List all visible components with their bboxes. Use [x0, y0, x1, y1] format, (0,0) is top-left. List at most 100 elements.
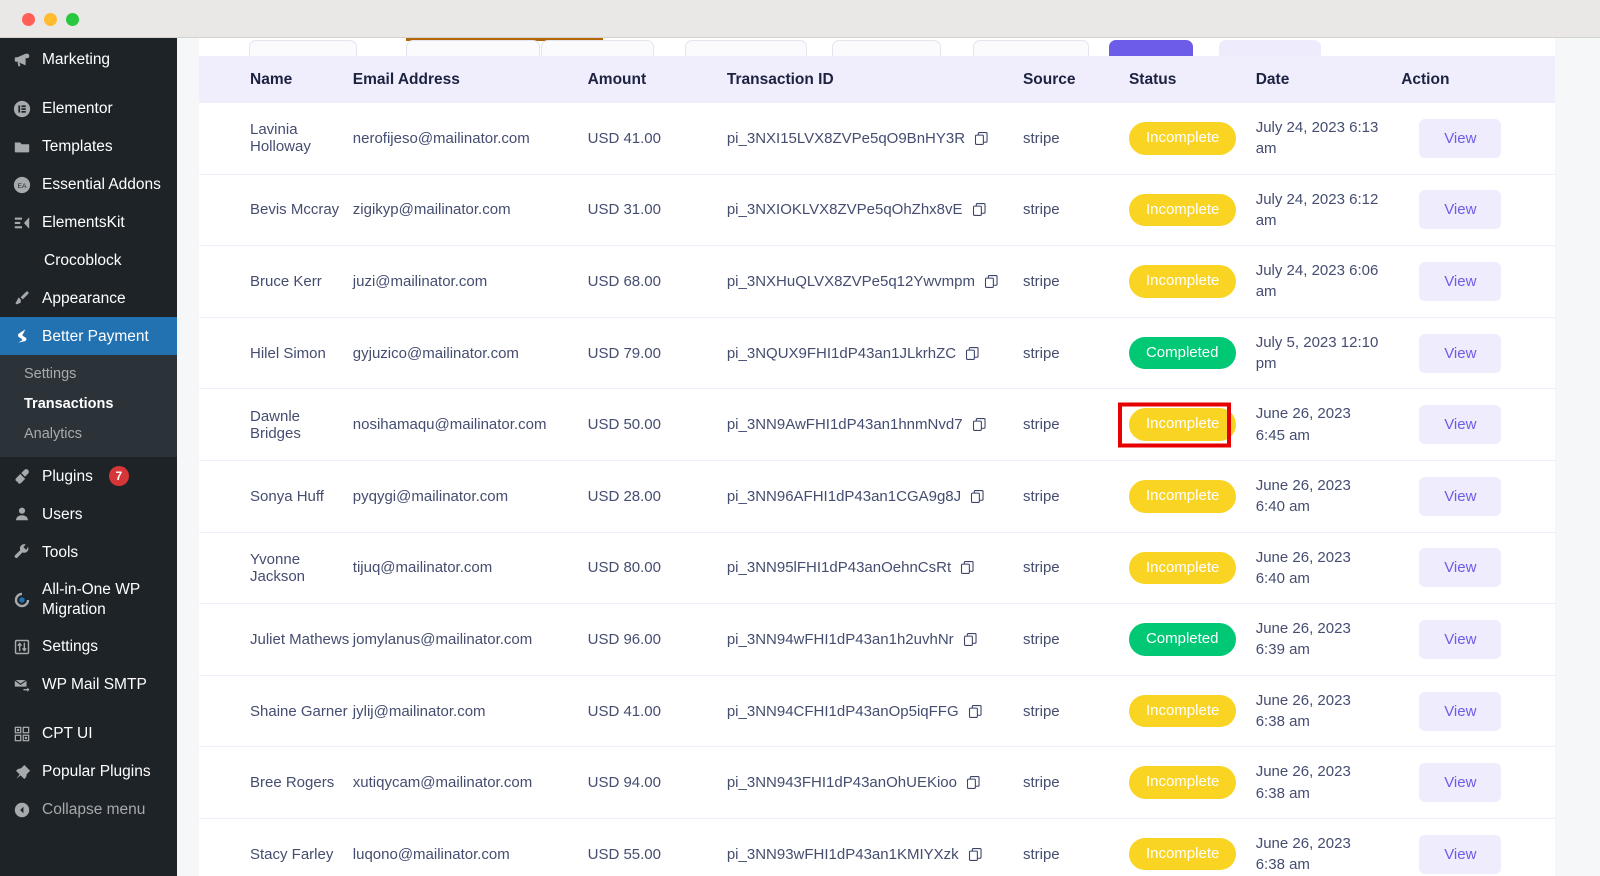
copy-icon[interactable] — [966, 775, 981, 790]
sidebar-subitem-transactions[interactable]: Transactions — [0, 389, 177, 419]
toolbar-chip-6[interactable] — [973, 40, 1089, 56]
cell-source: stripe — [1023, 317, 1129, 389]
status-badge: Incomplete — [1129, 408, 1236, 441]
cell-action: View — [1401, 317, 1555, 389]
folder-icon — [12, 137, 32, 157]
toolbar-chip-8[interactable] — [1219, 40, 1321, 56]
toolbar-chip-3[interactable] — [541, 40, 654, 56]
cell-amount: USD 50.00 — [588, 389, 727, 461]
column-header-amount[interactable]: Amount — [588, 56, 727, 103]
toolbar-chip-2[interactable] — [406, 40, 540, 56]
copy-icon[interactable] — [972, 202, 987, 217]
traffic-light-buttons — [22, 13, 79, 26]
copy-icon[interactable] — [965, 346, 980, 361]
minimize-window-button[interactable] — [44, 13, 57, 26]
pin-icon — [12, 762, 32, 782]
toolbar-chip-1[interactable] — [249, 40, 357, 56]
sidebar-item-plugins[interactable]: Plugins7 — [0, 457, 177, 495]
grid-icon — [12, 724, 32, 744]
column-header-transaction-id[interactable]: Transaction ID — [727, 56, 1023, 103]
view-button[interactable]: View — [1419, 620, 1501, 659]
copy-icon[interactable] — [974, 131, 989, 146]
view-button[interactable]: View — [1419, 692, 1501, 731]
cell-transaction-id: pi_3NXHuQLVX8ZVPe5q12Ywvmpm — [727, 246, 1023, 318]
column-header-status[interactable]: Status — [1129, 56, 1256, 103]
column-header-email[interactable]: Email Address — [353, 56, 588, 103]
cell-status: Incomplete — [1129, 675, 1256, 747]
view-button[interactable]: View — [1419, 262, 1501, 301]
essential-addons-icon: EA — [12, 175, 32, 195]
column-header-name[interactable]: Name — [199, 56, 353, 103]
cell-name: Shaine Garner — [199, 675, 353, 747]
sidebar-item-better-payment[interactable]: Better Payment — [0, 317, 177, 355]
cell-date: June 26, 2023 6:39 am — [1256, 604, 1401, 676]
copy-icon[interactable] — [968, 847, 983, 862]
copy-icon[interactable] — [963, 632, 978, 647]
copy-icon[interactable] — [960, 560, 975, 575]
toolbar-chip-4[interactable] — [685, 40, 807, 56]
toolbar-chip-5[interactable] — [832, 40, 941, 56]
status-badge: Completed — [1129, 623, 1236, 656]
sidebar-item-appearance[interactable]: Appearance — [0, 279, 177, 317]
copy-icon[interactable] — [968, 704, 983, 719]
table-row: Bevis Mccrayzigikyp@mailinator.comUSD 31… — [199, 174, 1555, 246]
sidebar-item-label: Plugins — [42, 467, 93, 486]
sidebar-item-users[interactable]: Users — [0, 495, 177, 533]
cell-status-highlighted: Incomplete — [1129, 389, 1256, 461]
date-text: June 26, 2023 6:40 am — [1256, 475, 1381, 518]
toolbar-chip-7[interactable] — [1109, 40, 1193, 56]
cell-status: Completed — [1129, 604, 1256, 676]
cell-email: nerofijeso@mailinator.com — [353, 103, 588, 174]
column-header-action: Action — [1401, 56, 1555, 103]
cell-name: Bevis Mccray — [199, 174, 353, 246]
close-window-button[interactable] — [22, 13, 35, 26]
sidebar-subitem-analytics[interactable]: Analytics — [0, 419, 177, 449]
cell-status: Incomplete — [1129, 174, 1256, 246]
transaction-id-wrap: pi_3NQUX9FHI1dP43an1JLkrhZC — [727, 345, 1023, 362]
view-button[interactable]: View — [1419, 835, 1501, 874]
sidebar-subitem-settings[interactable]: Settings — [0, 359, 177, 389]
view-button[interactable]: View — [1419, 763, 1501, 802]
sidebar-item-cpt-ui[interactable]: CPT UI — [0, 715, 177, 753]
mail-icon — [12, 675, 32, 695]
sidebar-item-all-in-one-wp-migration[interactable]: All-in-One WP Migration — [0, 571, 177, 628]
sidebar-item-label: CPT UI — [42, 724, 93, 743]
sidebar-item-templates[interactable]: Templates — [0, 128, 177, 166]
view-button[interactable]: View — [1419, 405, 1501, 444]
copy-icon[interactable] — [984, 274, 999, 289]
sidebar-item-crocoblock[interactable]: Crocoblock — [0, 242, 177, 279]
filter-toolbar-cutoff[interactable] — [199, 38, 1555, 56]
status-badge: Incomplete — [1129, 838, 1236, 871]
column-header-source[interactable]: Source — [1023, 56, 1129, 103]
migration-icon — [12, 590, 32, 610]
view-button[interactable]: View — [1419, 334, 1501, 373]
cell-source: stripe — [1023, 389, 1129, 461]
status-badge: Incomplete — [1129, 695, 1236, 728]
cell-transaction-id: pi_3NN94wFHI1dP43an1h2uvhNr — [727, 604, 1023, 676]
cell-date: June 26, 2023 6:38 am — [1256, 675, 1401, 747]
sidebar-item-wp-mail-smtp[interactable]: WP Mail SMTP — [0, 666, 177, 704]
sidebar-item-label: Templates — [42, 137, 113, 156]
sidebar-item-marketing[interactable]: Marketing — [0, 41, 177, 79]
cell-amount: USD 94.00 — [588, 747, 727, 819]
copy-icon[interactable] — [970, 489, 985, 504]
view-button[interactable]: View — [1419, 477, 1501, 516]
view-button[interactable]: View — [1419, 119, 1501, 158]
sidebar-item-essential-addons[interactable]: EAEssential Addons — [0, 166, 177, 204]
cell-name: Bruce Kerr — [199, 246, 353, 318]
sidebar-item-settings[interactable]: Settings — [0, 628, 177, 666]
sidebar-item-collapse-menu[interactable]: Collapse menu — [0, 791, 177, 829]
cell-action: View — [1401, 532, 1555, 604]
sidebar-item-elementskit[interactable]: ElementsKit — [0, 204, 177, 242]
column-header-date[interactable]: Date — [1256, 56, 1401, 103]
sidebar-item-tools[interactable]: Tools — [0, 533, 177, 571]
sidebar-item-elementor[interactable]: Elementor — [0, 90, 177, 128]
sidebar-item-popular-plugins[interactable]: Popular Plugins — [0, 753, 177, 791]
maximize-window-button[interactable] — [66, 13, 79, 26]
cell-status: Completed — [1129, 317, 1256, 389]
wp-admin-sidebar[interactable]: Marketing Elementor Templates EAEssential A… — [0, 38, 177, 876]
view-button[interactable]: View — [1419, 190, 1501, 229]
status-badge: Incomplete — [1129, 766, 1236, 799]
copy-icon[interactable] — [972, 417, 987, 432]
view-button[interactable]: View — [1419, 548, 1501, 587]
